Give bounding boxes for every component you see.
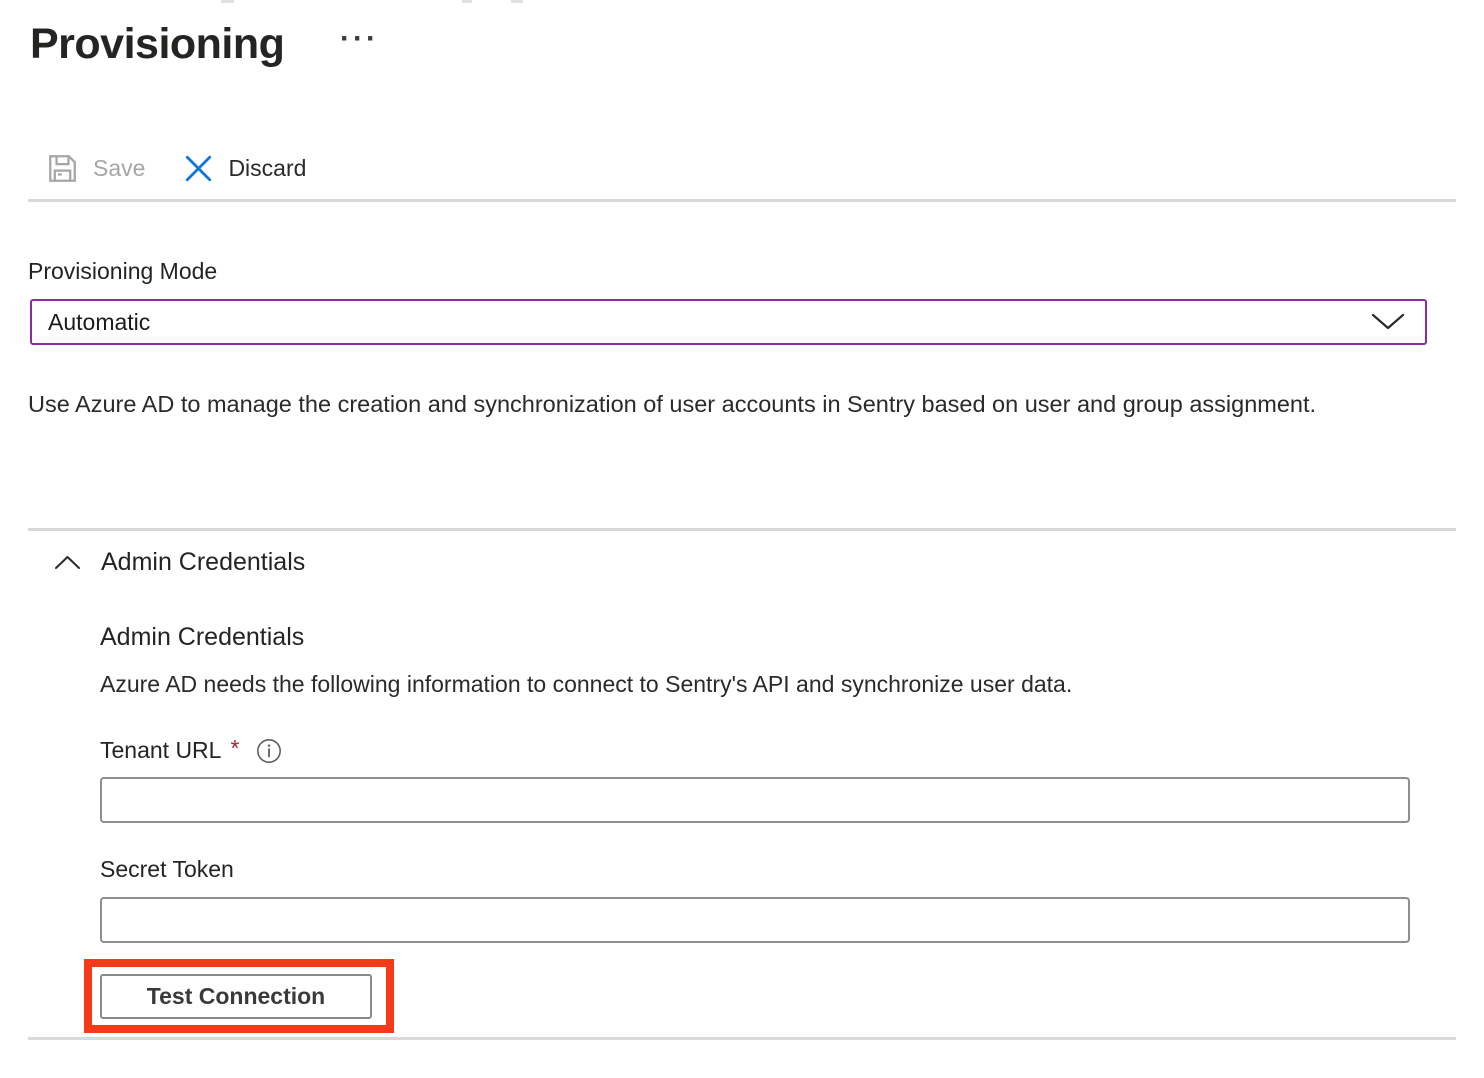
page-title: Provisioning xyxy=(30,20,284,69)
bottom-divider xyxy=(28,1037,1456,1040)
secret-token-label: Secret Token xyxy=(100,856,234,883)
command-bar: Save Discard xyxy=(45,146,306,190)
required-asterisk: * xyxy=(230,735,239,762)
admin-credentials-section-toggle[interactable]: Admin Credentials xyxy=(54,548,305,577)
chevron-up-icon xyxy=(54,555,81,570)
section-divider xyxy=(28,528,1456,531)
ellipsis-icon: ··· xyxy=(340,22,379,55)
secret-token-input[interactable] xyxy=(100,897,1410,943)
close-icon xyxy=(182,152,215,185)
tenant-url-label: Tenant URL xyxy=(100,737,221,764)
save-icon xyxy=(45,151,80,186)
more-options-button[interactable]: ··· xyxy=(340,24,379,54)
provisioning-page: Provisioning ··· Save Discard xyxy=(0,0,1484,1078)
discard-label: Discard xyxy=(228,155,306,182)
provisioning-mode-dropdown[interactable]: Automatic xyxy=(30,299,1427,345)
save-label: Save xyxy=(93,155,145,182)
secret-token-label-row: Secret Token xyxy=(100,856,234,883)
provisioning-mode-description: Use Azure AD to manage the creation and … xyxy=(28,384,1328,425)
provisioning-mode-label: Provisioning Mode xyxy=(28,258,217,285)
info-icon[interactable] xyxy=(256,738,282,764)
test-connection-button[interactable]: Test Connection xyxy=(100,974,372,1019)
save-button[interactable]: Save xyxy=(45,151,145,186)
toolbar-divider xyxy=(28,199,1456,202)
test-connection-label: Test Connection xyxy=(147,983,325,1010)
admin-credentials-description: Azure AD needs the following information… xyxy=(100,671,1072,698)
admin-credentials-heading: Admin Credentials xyxy=(100,623,304,652)
dropdown-selected-value: Automatic xyxy=(48,309,150,336)
discard-button[interactable]: Discard xyxy=(182,152,306,185)
tenant-url-label-row: Tenant URL * xyxy=(100,737,282,764)
tenant-url-input[interactable] xyxy=(100,777,1410,823)
chevron-down-icon xyxy=(1371,313,1405,331)
admin-credentials-section-title: Admin Credentials xyxy=(101,548,305,577)
